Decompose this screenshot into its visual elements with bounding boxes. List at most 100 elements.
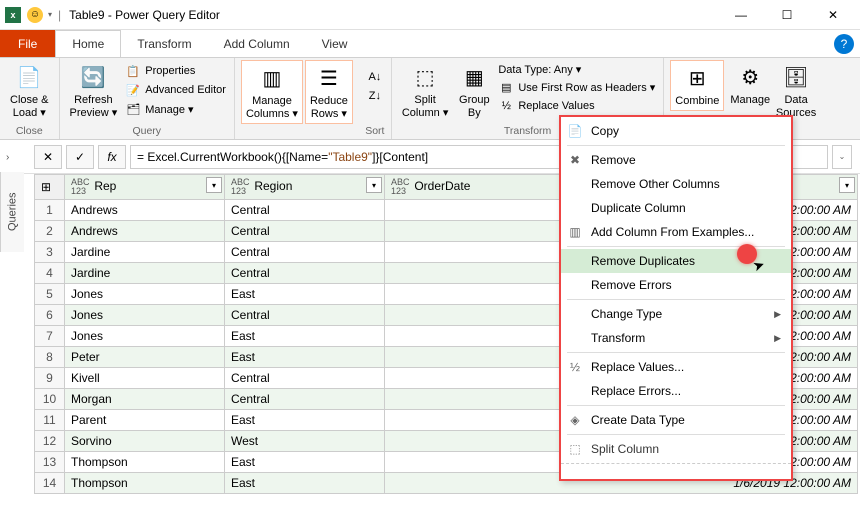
menu-change-type[interactable]: Change Type▶ bbox=[561, 302, 791, 326]
ribbon-group-query: 🔄 Refresh Preview ▾ 📋Properties 📝Advance… bbox=[60, 58, 235, 139]
cell-rep[interactable]: Thompson bbox=[65, 452, 225, 473]
manage-button[interactable]: 🗂Manage ▾ bbox=[123, 100, 195, 118]
context-menu: 📄Copy ✖Remove Remove Other Columns Dupli… bbox=[559, 115, 793, 481]
cell-rep[interactable]: Sorvino bbox=[65, 431, 225, 452]
cell-region[interactable]: Central bbox=[225, 200, 385, 221]
cell-rep[interactable]: Jones bbox=[65, 305, 225, 326]
menu-add-from-examples[interactable]: ▥Add Column From Examples... bbox=[561, 220, 791, 244]
table-corner[interactable]: ⊞ bbox=[35, 175, 65, 200]
menu-transform[interactable]: Transform▶ bbox=[561, 326, 791, 350]
cell-region[interactable]: Central bbox=[225, 368, 385, 389]
fx-button[interactable]: fx bbox=[98, 145, 126, 169]
cell-region[interactable]: East bbox=[225, 473, 385, 494]
row-number[interactable]: 8 bbox=[35, 347, 65, 368]
minimize-button[interactable]: — bbox=[718, 0, 764, 30]
tab-transform[interactable]: Transform bbox=[121, 30, 207, 57]
cell-region[interactable]: East bbox=[225, 347, 385, 368]
tab-home[interactable]: Home bbox=[55, 30, 121, 57]
cell-rep[interactable]: Morgan bbox=[65, 389, 225, 410]
row-number[interactable]: 5 bbox=[35, 284, 65, 305]
data-sources-button[interactable]: 🗄 Data Sources bbox=[776, 60, 816, 122]
split-column-button[interactable]: ⬚ Split Column ▾ bbox=[398, 60, 452, 122]
sort-asc-button[interactable]: A↓ bbox=[365, 68, 385, 86]
row-number[interactable]: 3 bbox=[35, 242, 65, 263]
cell-region[interactable]: Central bbox=[225, 263, 385, 284]
formula-cancel-button[interactable]: ✕ bbox=[34, 145, 62, 169]
menu-replace-errors[interactable]: Replace Errors... bbox=[561, 379, 791, 403]
data-type-button[interactable]: Data Type: Any ▾ bbox=[496, 62, 583, 77]
qat-dropdown[interactable]: ▾ bbox=[48, 10, 52, 19]
cell-rep[interactable]: Peter bbox=[65, 347, 225, 368]
row-number[interactable]: 1 bbox=[35, 200, 65, 221]
column-filter-rep[interactable]: ▾ bbox=[206, 177, 222, 193]
row-number[interactable]: 9 bbox=[35, 368, 65, 389]
cell-region[interactable]: Central bbox=[225, 305, 385, 326]
row-number[interactable]: 7 bbox=[35, 326, 65, 347]
menu-create-data-type[interactable]: ◈Create Data Type bbox=[561, 408, 791, 432]
cell-rep[interactable]: Thompson bbox=[65, 473, 225, 494]
cell-rep[interactable]: Andrews bbox=[65, 221, 225, 242]
cell-rep[interactable]: Jardine bbox=[65, 263, 225, 284]
column-filter-orderdate[interactable]: ▾ bbox=[839, 177, 855, 193]
menu-copy[interactable]: 📄Copy bbox=[561, 119, 791, 143]
row-number[interactable]: 12 bbox=[35, 431, 65, 452]
column-filter-region[interactable]: ▾ bbox=[366, 177, 382, 193]
smiley-icon[interactable]: ☺ bbox=[26, 6, 44, 24]
group-label-sort: Sort bbox=[365, 125, 385, 139]
cell-rep[interactable]: Jones bbox=[65, 284, 225, 305]
sort-desc-button[interactable]: Z↓ bbox=[365, 87, 385, 105]
manage-params-button[interactable]: ⚙ Manage bbox=[726, 60, 774, 109]
help-icon[interactable]: ? bbox=[834, 34, 854, 54]
tab-add-column[interactable]: Add Column bbox=[208, 30, 306, 57]
cell-region[interactable]: East bbox=[225, 452, 385, 473]
close-window-button[interactable]: ✕ bbox=[810, 0, 856, 30]
cell-rep[interactable]: Jones bbox=[65, 326, 225, 347]
cell-region[interactable]: East bbox=[225, 326, 385, 347]
menu-duplicate[interactable]: Duplicate Column bbox=[561, 196, 791, 220]
menu-replace-values[interactable]: ½Replace Values... bbox=[561, 355, 791, 379]
row-number[interactable]: 6 bbox=[35, 305, 65, 326]
menu-split-column[interactable]: ⬚Split Column bbox=[561, 437, 791, 461]
cell-rep[interactable]: Parent bbox=[65, 410, 225, 431]
cell-region[interactable]: West bbox=[225, 431, 385, 452]
column-header-region[interactable]: ABC 123 Region ▾ bbox=[225, 175, 385, 200]
formula-confirm-button[interactable]: ✓ bbox=[66, 145, 94, 169]
cell-region[interactable]: East bbox=[225, 410, 385, 431]
cell-region[interactable]: Central bbox=[225, 242, 385, 263]
reduce-rows-button[interactable]: ☰ Reduce Rows ▾ bbox=[305, 60, 353, 124]
row-number[interactable]: 4 bbox=[35, 263, 65, 284]
group-by-button[interactable]: ▦ Group By bbox=[454, 60, 494, 122]
cell-region[interactable]: East bbox=[225, 284, 385, 305]
row-number[interactable]: 11 bbox=[35, 410, 65, 431]
column-header-rep[interactable]: ABC 123 Rep ▾ bbox=[65, 175, 225, 200]
properties-button[interactable]: 📋Properties bbox=[123, 62, 197, 80]
replace-values-button[interactable]: ½Replace Values bbox=[496, 97, 596, 115]
data-type-label: Data Type: Any ▾ bbox=[498, 63, 581, 76]
close-and-load-button[interactable]: 📄 Close & Load ▾ bbox=[6, 60, 53, 122]
use-first-row-button[interactable]: ▤Use First Row as Headers ▾ bbox=[496, 78, 657, 96]
formula-expand-button[interactable]: ⌄ bbox=[832, 145, 852, 169]
advanced-editor-button[interactable]: 📝Advanced Editor bbox=[123, 81, 228, 99]
manage-columns-button[interactable]: ▥ Manage Columns ▾ bbox=[241, 60, 303, 124]
menu-remove[interactable]: ✖Remove bbox=[561, 148, 791, 172]
cell-rep[interactable]: Kivell bbox=[65, 368, 225, 389]
refresh-preview-button[interactable]: 🔄 Refresh Preview ▾ bbox=[66, 60, 122, 122]
menu-remove-other[interactable]: Remove Other Columns bbox=[561, 172, 791, 196]
maximize-button[interactable]: ☐ bbox=[764, 0, 810, 30]
menu-add-examples-label: Add Column From Examples... bbox=[591, 225, 754, 239]
cell-region[interactable]: Central bbox=[225, 389, 385, 410]
properties-icon: 📋 bbox=[125, 63, 141, 79]
cell-rep[interactable]: Andrews bbox=[65, 200, 225, 221]
cell-region[interactable]: Central bbox=[225, 221, 385, 242]
tab-file[interactable]: File bbox=[0, 30, 55, 57]
row-number[interactable]: 14 bbox=[35, 473, 65, 494]
menu-remove-errors[interactable]: Remove Errors bbox=[561, 273, 791, 297]
row-number[interactable]: 10 bbox=[35, 389, 65, 410]
cell-rep[interactable]: Jardine bbox=[65, 242, 225, 263]
row-number[interactable]: 13 bbox=[35, 452, 65, 473]
combine-button[interactable]: ⊞ Combine bbox=[670, 60, 724, 111]
queries-expand-chevron[interactable]: › bbox=[6, 152, 9, 163]
tab-view[interactable]: View bbox=[306, 30, 364, 57]
queries-pane-tab[interactable]: Queries bbox=[0, 172, 24, 252]
row-number[interactable]: 2 bbox=[35, 221, 65, 242]
